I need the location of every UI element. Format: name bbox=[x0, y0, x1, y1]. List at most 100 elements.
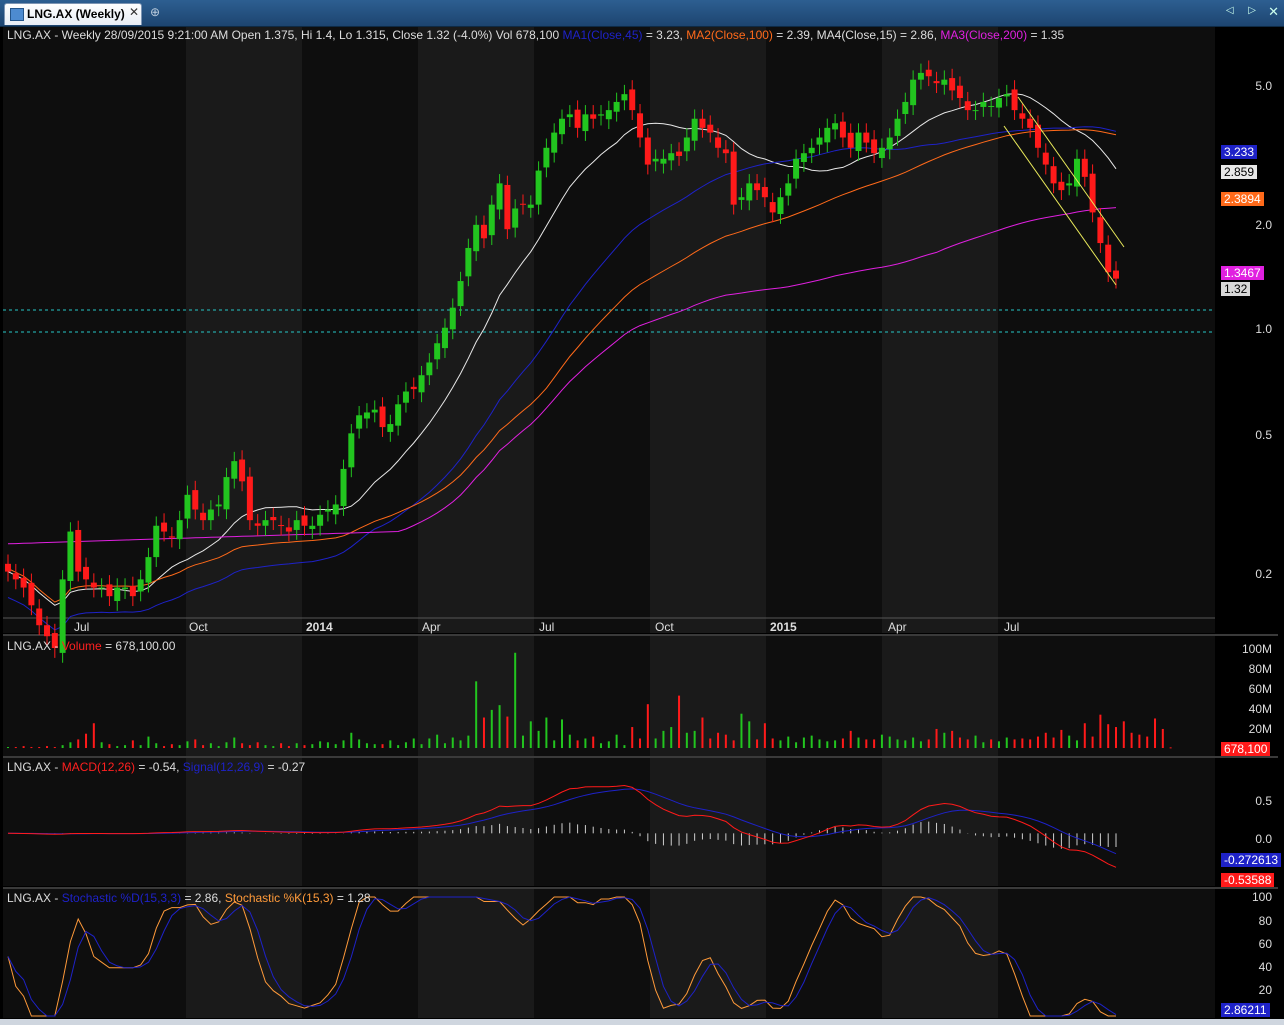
volume-bar bbox=[1091, 736, 1094, 748]
candle-body bbox=[777, 197, 784, 215]
x-tick-label: Jul bbox=[539, 620, 555, 634]
volume-bar bbox=[787, 736, 790, 748]
candle-body bbox=[785, 183, 792, 196]
volume-bar bbox=[241, 743, 244, 748]
candle-body bbox=[324, 509, 331, 512]
candle-body bbox=[231, 461, 238, 479]
volume-bar bbox=[77, 739, 80, 748]
period-band bbox=[418, 27, 534, 633]
candle-body bbox=[847, 132, 854, 148]
volume-value: = 678,100.00 bbox=[105, 639, 176, 653]
candle-body bbox=[192, 490, 199, 510]
volume-bar bbox=[1154, 718, 1157, 748]
volume-bar bbox=[802, 737, 805, 748]
volume-bar bbox=[1169, 747, 1172, 749]
ma3-value: = 1.35 bbox=[1030, 28, 1065, 42]
volume-bar bbox=[1115, 727, 1117, 748]
volume-tick-label: 80M bbox=[1248, 662, 1272, 676]
price-tick-label: 0.2 bbox=[1255, 567, 1272, 581]
volume-bar bbox=[334, 744, 337, 748]
ma4-label: MA4(Close,15) bbox=[816, 28, 897, 42]
signal-value: = -0.27 bbox=[267, 760, 306, 774]
volume-bar bbox=[607, 741, 610, 748]
volume-bar bbox=[108, 744, 111, 748]
chart-canvas bbox=[3, 27, 1215, 1018]
close-price-tag: 1.32 bbox=[1221, 282, 1251, 296]
x-tick-label: Apr bbox=[422, 620, 441, 634]
stoch-tick-label: 60 bbox=[1258, 937, 1272, 951]
candle-body bbox=[715, 137, 722, 148]
candle-body bbox=[598, 114, 605, 116]
period-band bbox=[186, 636, 302, 756]
volume-bar bbox=[202, 745, 205, 748]
candle-body bbox=[28, 582, 35, 606]
candle-body bbox=[1105, 244, 1112, 273]
volume-bar bbox=[912, 737, 915, 748]
candle-body bbox=[566, 114, 573, 118]
candle-body bbox=[184, 494, 191, 519]
candle-body bbox=[207, 509, 214, 521]
candle-body bbox=[808, 147, 815, 154]
stoch-d-value: = 2.86, bbox=[184, 891, 222, 905]
volume-bar bbox=[997, 741, 1000, 748]
volume-bar bbox=[61, 745, 64, 748]
candle-body bbox=[239, 459, 246, 482]
candle-body bbox=[473, 224, 480, 252]
volume-bar bbox=[709, 738, 712, 748]
candle-body bbox=[629, 89, 636, 111]
candle-body bbox=[699, 118, 706, 128]
candle-body bbox=[995, 98, 1002, 108]
stoch-tick-label: 20 bbox=[1258, 983, 1272, 997]
volume-bar bbox=[326, 742, 329, 748]
volume-bar bbox=[139, 745, 142, 748]
volume-bar bbox=[529, 721, 532, 748]
candle-body bbox=[637, 113, 644, 138]
candle-body bbox=[527, 204, 534, 208]
volume-bar bbox=[584, 738, 587, 748]
volume-bar bbox=[670, 727, 673, 748]
sheet-tabs-strip[interactable] bbox=[0, 1019, 1284, 1025]
volume-header: LNG.AX - Volume = 678,100.00 bbox=[7, 639, 175, 653]
candle-body bbox=[644, 137, 651, 165]
candle-body bbox=[348, 433, 355, 468]
volume-bar bbox=[30, 747, 33, 749]
volume-bar bbox=[69, 742, 72, 748]
volume-bar bbox=[982, 742, 985, 748]
volume-bar bbox=[849, 730, 852, 748]
candle-body bbox=[153, 525, 160, 558]
candle-body bbox=[44, 625, 51, 637]
volume-bar bbox=[1122, 721, 1125, 748]
candle-body bbox=[582, 114, 589, 132]
volume-bar bbox=[1130, 732, 1133, 748]
candle-body bbox=[504, 184, 511, 230]
volume-bar bbox=[958, 737, 961, 748]
candle-body bbox=[395, 404, 402, 426]
volume-bar bbox=[272, 746, 275, 748]
candle-body bbox=[683, 137, 690, 152]
volume-bar bbox=[163, 746, 166, 748]
candle-body bbox=[917, 72, 924, 80]
candle-body bbox=[246, 476, 253, 521]
candle-body bbox=[83, 566, 90, 580]
ma4-price-tag: 2.859 bbox=[1221, 165, 1258, 179]
volume-bar bbox=[85, 733, 88, 748]
price-tick-label: 0.5 bbox=[1255, 428, 1272, 442]
volume-bar bbox=[693, 730, 696, 748]
volume-bar bbox=[420, 744, 423, 748]
volume-bar bbox=[701, 717, 704, 748]
candle-body bbox=[1027, 118, 1034, 128]
candle-body bbox=[691, 118, 698, 141]
volume-bar bbox=[14, 747, 17, 749]
volume-bar bbox=[646, 704, 649, 748]
candle-body bbox=[129, 585, 136, 597]
candle-body bbox=[223, 477, 230, 510]
volume-bar bbox=[1099, 714, 1102, 748]
candle-body bbox=[949, 78, 956, 91]
candle-body bbox=[387, 424, 394, 432]
volume-bar bbox=[295, 743, 298, 748]
candle-body bbox=[270, 517, 277, 521]
candle-body bbox=[1073, 158, 1080, 187]
candle-body bbox=[1050, 166, 1057, 184]
period-band bbox=[186, 758, 302, 886]
candle-body bbox=[574, 109, 581, 128]
